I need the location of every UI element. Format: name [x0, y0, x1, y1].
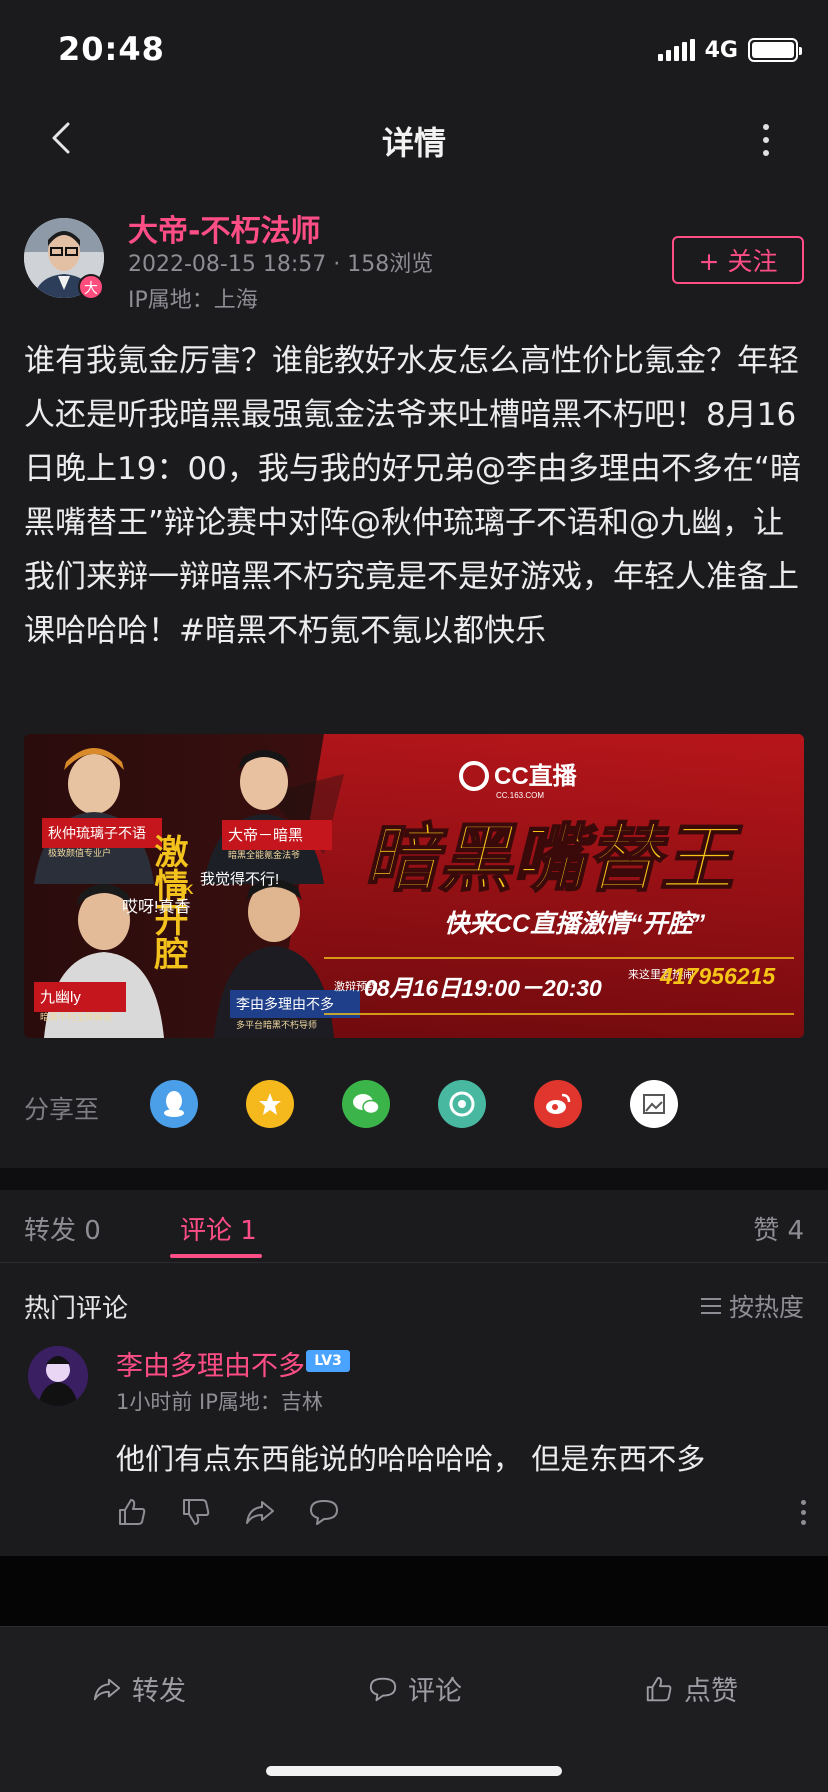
share-row: 分享至	[24, 1080, 804, 1128]
verified-badge: 大	[78, 274, 104, 300]
tabs-divider	[0, 1262, 828, 1263]
network-type: 4G	[704, 37, 738, 63]
tab-forward[interactable]: 转发 0	[24, 1210, 101, 1247]
level-badge: LV3	[306, 1350, 350, 1372]
bubble-2: 我觉得不行!	[200, 871, 279, 888]
share-label: 分享至	[24, 1095, 100, 1124]
tab-likes[interactable]: 赞 4	[753, 1210, 804, 1247]
status-bar: 20:48 4G	[0, 0, 828, 96]
home-indicator	[266, 1766, 562, 1776]
commenter-name[interactable]: 李由多理由不多	[116, 1344, 305, 1383]
logo-text: CC直播	[494, 763, 578, 790]
comment-reply-button[interactable]	[308, 1496, 344, 1532]
sort-button[interactable]: 按热度	[700, 1288, 804, 1324]
vs-mark: PK	[174, 881, 193, 897]
time-value: 08月16日19:00－20:30	[364, 975, 602, 1001]
page-title: 详情	[381, 124, 446, 162]
banner-subtitle: 快来CC直播激情“开腔”	[444, 910, 706, 938]
qq-icon[interactable]	[150, 1080, 198, 1128]
person-3-desc: 暗黑不朽全牌解说	[40, 1011, 112, 1022]
tab-comments[interactable]: 评论 1	[180, 1210, 257, 1247]
person-1-desc: 极致颜值专业户	[48, 847, 111, 858]
post-image[interactable]: 秋仲琉璃子不语 极致颜值专业户 大帝－暗黑 暗黑全能氪金法爷 九幽ly 暗黑不朽…	[24, 734, 804, 1038]
event-banner: 秋仲琉璃子不语 极致颜值专业户 大帝－暗黑 暗黑全能氪金法爷 九幽ly 暗黑不朽…	[24, 734, 804, 1038]
commenter-avatar-image	[28, 1346, 88, 1406]
person-3-name: 九幽ly	[40, 989, 81, 1006]
sort-icon	[700, 1298, 721, 1314]
active-tab-indicator	[170, 1254, 262, 1258]
comment-body: 他们有点东西能说的哈哈哈哈， 但是东西不多	[116, 1442, 706, 1476]
person-4-desc: 多平台暗黑不朽导师	[236, 1019, 317, 1030]
share-arrow-icon	[246, 1501, 274, 1524]
bottom-comment-button[interactable]: 评论	[368, 1669, 462, 1708]
banner-title: 暗黑嘴替王	[364, 817, 743, 900]
comment-actions	[116, 1496, 806, 1536]
comment-like-button[interactable]	[116, 1496, 152, 1532]
speech-bubble-icon	[310, 1500, 338, 1525]
post-body: 谁有我氪金厉害？谁能教好水友怎么高性价比氪金？年轻人还是听我暗黑最强氪金法爷来吐…	[24, 343, 801, 649]
room-number: 417956215	[659, 963, 776, 989]
person-2-desc: 暗黑全能氪金法爷	[228, 849, 300, 860]
save-image-icon[interactable]	[630, 1080, 678, 1128]
logo-subtext: CC.163.COM	[496, 791, 544, 800]
nav-header: 详情	[0, 96, 828, 186]
forward-icon	[93, 1678, 121, 1700]
comment-meta: 1小时前 IP属地：吉林	[116, 1390, 323, 1414]
weibo-icon[interactable]	[534, 1080, 582, 1128]
moments-icon[interactable]	[438, 1080, 486, 1128]
comment-more-button[interactable]	[801, 1500, 806, 1525]
bottom-comment-label: 评论	[408, 1676, 462, 1707]
bottom-forward-label: 转发	[132, 1676, 186, 1707]
thumbs-down-icon	[183, 1499, 210, 1525]
comment-icon	[369, 1677, 397, 1701]
thumbs-up-icon	[119, 1499, 146, 1525]
author-ip-location: IP属地：上海	[128, 288, 258, 313]
signal-icon	[657, 39, 695, 61]
bottom-forward-button[interactable]: 转发	[92, 1669, 186, 1708]
author-block: 大 大帝-不朽法师 2022-08-15 18:57 · 158浏览 IP属地：…	[24, 206, 804, 316]
person-1-name: 秋仲琉璃子不语	[48, 825, 146, 841]
tab-bar: 转发 0 评论 1 赞 4	[0, 1190, 828, 1262]
battery-icon	[748, 38, 802, 62]
bottom-like-button[interactable]: 点赞	[644, 1669, 738, 1708]
follow-button[interactable]: + 关注	[672, 236, 804, 284]
more-button[interactable]	[744, 118, 788, 162]
bottom-like-label: 点赞	[684, 1676, 738, 1707]
more-vertical-icon	[801, 1500, 806, 1505]
empty-area	[0, 1556, 828, 1626]
qzone-icon[interactable]	[246, 1080, 294, 1128]
post-meta: 2022-08-15 18:57 · 158浏览	[128, 252, 434, 277]
section-divider	[0, 1168, 828, 1190]
status-time: 20:48	[58, 30, 165, 68]
comment-dislike-button[interactable]	[180, 1496, 216, 1532]
hot-comments-title: 热门评论	[24, 1294, 129, 1324]
author-name[interactable]: 大帝-不朽法师	[128, 206, 320, 250]
like-icon	[646, 1676, 672, 1701]
status-indicators: 4G	[657, 36, 802, 64]
person-2-name: 大帝－暗黑	[228, 827, 303, 844]
commenter-avatar[interactable]	[28, 1346, 88, 1406]
bubble-1: 哎呀!真香	[122, 898, 190, 916]
wechat-icon[interactable]	[342, 1080, 390, 1128]
person-4-name: 李由多理由不多	[236, 996, 334, 1012]
more-dots-icon	[763, 124, 769, 130]
comment-share-button[interactable]	[244, 1496, 280, 1532]
sort-label: 按热度	[728, 1293, 804, 1322]
